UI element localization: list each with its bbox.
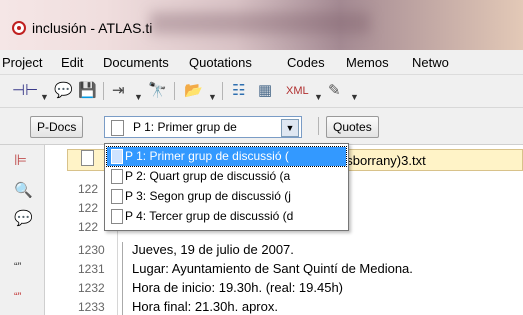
comment-icon[interactable]: 💬 <box>54 81 73 101</box>
menu-bar: Project Edit Documents Quotations Codes … <box>0 50 523 75</box>
quotes-tool-icon[interactable]: ☷ <box>232 81 245 101</box>
line-number: 1232 <box>78 281 105 295</box>
menu-quotations[interactable]: Quotations <box>189 55 252 70</box>
text-line[interactable]: Hora de inicio: 19.30h. (real: 19.45h) <box>132 280 343 295</box>
pdoc-dropdown-list[interactable]: P 1: Primer grup de discussió ( P 2: Qua… <box>104 143 349 231</box>
dropdown-option[interactable]: P 3: Segon grup de discussió (j <box>107 187 346 206</box>
dropdown-option[interactable]: P 1: Primer grup de discussió ( <box>106 146 347 167</box>
dropdown-option[interactable]: P 4: Tercer grup de discussió (d <box>107 207 346 226</box>
margin-line <box>122 242 123 315</box>
open-icon[interactable]: 📂 <box>184 81 203 101</box>
document-bar: P-Docs P 1: Primer grup de ▼ Quotes <box>0 108 523 145</box>
left-toolbar: ⊫ 🔍 💬 “” “” <box>0 145 45 315</box>
chevron-down-icon[interactable]: ▼ <box>40 87 49 107</box>
document-filename: esborrany)3.txt <box>339 153 426 168</box>
chevron-down-icon[interactable]: ▼ <box>350 87 359 107</box>
toolbar-separator <box>318 117 319 135</box>
line-number: 122 <box>78 201 99 215</box>
xml-icon[interactable]: XML <box>286 81 309 101</box>
text-line[interactable]: Lugar: Ayuntamiento de Sant Quintí de Me… <box>132 261 413 276</box>
app-window: inclusión - ATLAS.ti Project Edit Docume… <box>0 0 523 315</box>
dropdown-option[interactable]: P 2: Quart grup de discussió (a <box>107 167 346 186</box>
menu-documents[interactable]: Documents <box>103 55 169 70</box>
chevron-down-icon[interactable]: ▼ <box>314 87 323 107</box>
document-icon <box>111 149 123 164</box>
code-tool-icon[interactable]: ⊣⊢ <box>12 81 38 101</box>
toolbar-separator <box>174 82 175 100</box>
document-icon <box>111 209 123 224</box>
menu-codes[interactable]: Codes <box>287 55 325 70</box>
edit-icon[interactable]: ✎ <box>328 81 341 101</box>
menu-networks[interactable]: Netwo <box>412 55 449 70</box>
toolbar-separator <box>103 82 104 100</box>
text-line[interactable]: Hora final: 21.30h. aprox. <box>132 299 278 314</box>
document-icon <box>111 189 123 204</box>
chevron-down-icon[interactable]: ▼ <box>134 87 143 107</box>
pdoc-tool-icon[interactable]: ▦ <box>258 81 272 101</box>
document-icon <box>81 150 94 166</box>
structure-icon[interactable]: ⊫ <box>14 151 27 169</box>
blurred-region <box>150 12 370 34</box>
assign-icon[interactable]: ⇥ <box>112 81 125 101</box>
comment-icon[interactable]: 💬 <box>14 209 33 227</box>
quote-icon[interactable]: “” <box>14 261 21 273</box>
search-icon[interactable]: 🔍 <box>14 181 33 199</box>
document-icon <box>111 120 124 136</box>
quote-link-icon[interactable]: “” <box>14 291 21 303</box>
title-bar[interactable]: inclusión - ATLAS.ti <box>0 0 523 50</box>
line-number: 1231 <box>78 262 105 276</box>
window-title: inclusión - ATLAS.ti <box>32 20 153 36</box>
line-number: 1233 <box>78 300 105 314</box>
pdocs-button[interactable]: P-Docs <box>30 116 84 138</box>
menu-memos[interactable]: Memos <box>346 55 389 70</box>
chevron-down-icon[interactable]: ▼ <box>208 87 217 107</box>
document-icon <box>111 169 123 184</box>
pdoc-selector[interactable]: P 1: Primer grup de ▼ <box>104 116 302 138</box>
text-line[interactable]: Jueves, 19 de julio de 2007. <box>132 242 294 257</box>
line-number: 122 <box>78 182 99 196</box>
menu-edit[interactable]: Edit <box>61 55 83 70</box>
main-toolbar: ⊣⊢ ▼ 💬 💾 ⇥ ▼ 🔭 📂 ▼ ☷ ▦ XML ▼ ✎ ▼ <box>0 75 523 108</box>
quotes-button[interactable]: Quotes <box>326 116 379 138</box>
atlas-app-icon[interactable] <box>12 21 26 35</box>
pdoc-selector-value: P 1: Primer grup de <box>133 120 237 134</box>
menu-project[interactable]: Project <box>2 55 42 70</box>
chevron-down-icon[interactable]: ▼ <box>281 119 299 137</box>
line-number: 1230 <box>78 243 105 257</box>
binoculars-icon[interactable]: 🔭 <box>148 81 167 101</box>
toolbar-separator <box>222 82 223 100</box>
save-icon[interactable]: 💾 <box>78 81 97 101</box>
line-number: 122 <box>78 220 99 234</box>
